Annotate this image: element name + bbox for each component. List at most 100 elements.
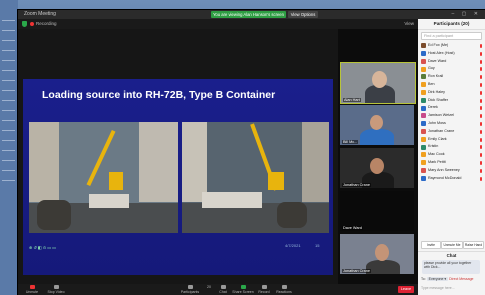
raise-hand-button[interactable]: Raise Hand (463, 241, 484, 249)
participant-name: Ron Krall (428, 74, 444, 79)
reactions-label: Reactions (276, 290, 292, 294)
direct-message-label: Direct Message (449, 277, 474, 281)
video-tile[interactable]: Jonathan Crane (340, 234, 414, 274)
participant-row[interactable]: Ben (418, 81, 485, 89)
muted-microphone-icon[interactable] (480, 44, 482, 48)
microphone-icon (29, 285, 35, 289)
slide-photo-right (182, 122, 329, 233)
view-options-button[interactable]: View Options (288, 11, 318, 18)
participant-row[interactable]: Mark Pettit (418, 159, 485, 167)
avatar (421, 136, 426, 142)
muted-microphone-icon[interactable] (480, 168, 482, 173)
participant-name: Mac Cook (428, 152, 445, 157)
muted-microphone-icon[interactable] (480, 51, 482, 56)
chat-header: Chat (418, 251, 485, 260)
window-title: Zoom Meeting (24, 11, 56, 17)
participant-row[interactable]: Raymond McDonald (418, 175, 485, 183)
chat-input[interactable]: Type message here... (421, 284, 481, 292)
recording-label: Recording (36, 21, 57, 26)
participant-row[interactable]: Dirk Haley (418, 89, 485, 97)
participant-row[interactable]: Dave Ward (418, 58, 485, 66)
participant-actions: Invite Unmute Me Raise Hand (418, 240, 485, 249)
muted-microphone-icon[interactable] (480, 176, 482, 181)
leave-button[interactable]: Leave (398, 286, 414, 293)
video-tile-name: Dave Ward (342, 226, 363, 230)
avatar (421, 175, 426, 181)
share-screen-icon (240, 285, 246, 289)
participant-name: Host Alex (Host) (428, 50, 455, 55)
unmute-button[interactable]: Unmute (24, 285, 40, 294)
participants-header: Participants (20) (418, 19, 485, 30)
participant-name: Ed Fox (Me) (428, 43, 449, 47)
chat-button[interactable]: Chat (216, 285, 230, 294)
video-tile-name: Jonathan Crane (342, 269, 372, 273)
meeting-toolbar: Unmute Stop Video Participants 20 Chat S… (18, 284, 418, 295)
participant-name: Dick Shaffer (428, 97, 449, 102)
security-shield-icon[interactable] (22, 21, 27, 27)
muted-microphone-icon[interactable] (480, 114, 482, 119)
video-tile[interactable]: Dave Ward (340, 191, 414, 231)
recording-dot-icon (30, 22, 34, 26)
slide-control-icons[interactable]: ⊕ ↺ ◧ ⊙ ▭ ▭ (29, 245, 56, 250)
muted-microphone-icon[interactable] (480, 90, 482, 95)
participant-row[interactable]: Jonathan Crane (418, 128, 485, 136)
background-document-strip (0, 0, 18, 295)
participant-name: Kristin (428, 144, 439, 149)
muted-microphone-icon[interactable] (480, 153, 482, 158)
participant-row[interactable]: Emily Clark (418, 136, 485, 144)
record-button[interactable]: Record (256, 285, 272, 294)
video-tile[interactable]: Bill Mc... (340, 105, 414, 145)
muted-microphone-icon[interactable] (480, 98, 482, 103)
participant-row[interactable]: Mac Cook (418, 151, 485, 159)
reactions-icon (281, 285, 287, 289)
muted-microphone-icon[interactable] (480, 137, 482, 142)
avatar (421, 128, 426, 134)
chat-to-label: To: (421, 277, 426, 281)
avatar (421, 50, 426, 56)
muted-microphone-icon[interactable] (480, 75, 482, 80)
muted-microphone-icon[interactable] (480, 67, 482, 72)
participant-row[interactable]: Jamison Wetzel (418, 112, 485, 120)
muted-microphone-icon[interactable] (480, 121, 482, 126)
slide-title: Loading source into RH-72B, Type B Conta… (42, 89, 276, 101)
unmute-me-button[interactable]: Unmute Me (441, 241, 463, 249)
muted-microphone-icon[interactable] (480, 129, 482, 134)
participants-label: Participants (180, 290, 200, 294)
participant-row[interactable]: Dick Shaffer (418, 97, 485, 105)
participant-row[interactable]: John Moss (418, 120, 485, 128)
reactions-button[interactable]: Reactions (274, 285, 294, 294)
unmute-label: Unmute (25, 290, 39, 294)
view-button[interactable]: View (404, 21, 414, 26)
chat-recipient-select[interactable]: Everyone ▾ (426, 277, 449, 281)
muted-microphone-icon[interactable] (480, 145, 482, 150)
window-controls[interactable]: – ▢ ✕ (452, 11, 481, 17)
participants-button[interactable]: Participants (178, 285, 202, 294)
participant-row[interactable]: Host Alex (Host) (418, 50, 485, 58)
avatar (421, 66, 426, 72)
video-tile[interactable]: Alan Hart (340, 62, 416, 104)
participant-name: Mark Pettit (428, 159, 446, 164)
participant-row[interactable]: Mary Ann Sweeney (418, 167, 485, 175)
avatar (421, 97, 426, 103)
avatar (421, 74, 426, 80)
muted-microphone-icon[interactable] (480, 160, 482, 165)
participants-panel: Participants (20) Find a participant Ed … (418, 19, 485, 295)
participant-row[interactable]: Guy (418, 65, 485, 73)
avatar (421, 105, 426, 111)
muted-microphone-icon[interactable] (480, 59, 482, 64)
participant-row[interactable]: Derek (418, 104, 485, 112)
shared-screen-area: Loading source into RH-72B, Type B Conta… (18, 29, 338, 284)
participant-search-input[interactable]: Find a participant (421, 32, 482, 40)
participant-row[interactable]: Ed Fox (Me) (418, 42, 485, 50)
muted-microphone-icon[interactable] (480, 106, 482, 111)
invite-button[interactable]: Invite (421, 241, 441, 249)
stop-video-button[interactable]: Stop Video (46, 285, 66, 294)
muted-microphone-icon[interactable] (480, 82, 482, 87)
video-tile[interactable]: Jonathan Crane (340, 148, 414, 188)
participant-row[interactable]: Kristin (418, 143, 485, 151)
participant-row[interactable]: Ron Krall (418, 73, 485, 81)
participant-list: Ed Fox (Me) Host Alex (Host) Dave Ward Guy R… (418, 42, 485, 182)
share-screen-label: Share Screen (232, 290, 254, 294)
share-screen-button[interactable]: Share Screen (232, 285, 254, 294)
avatar (421, 167, 426, 173)
